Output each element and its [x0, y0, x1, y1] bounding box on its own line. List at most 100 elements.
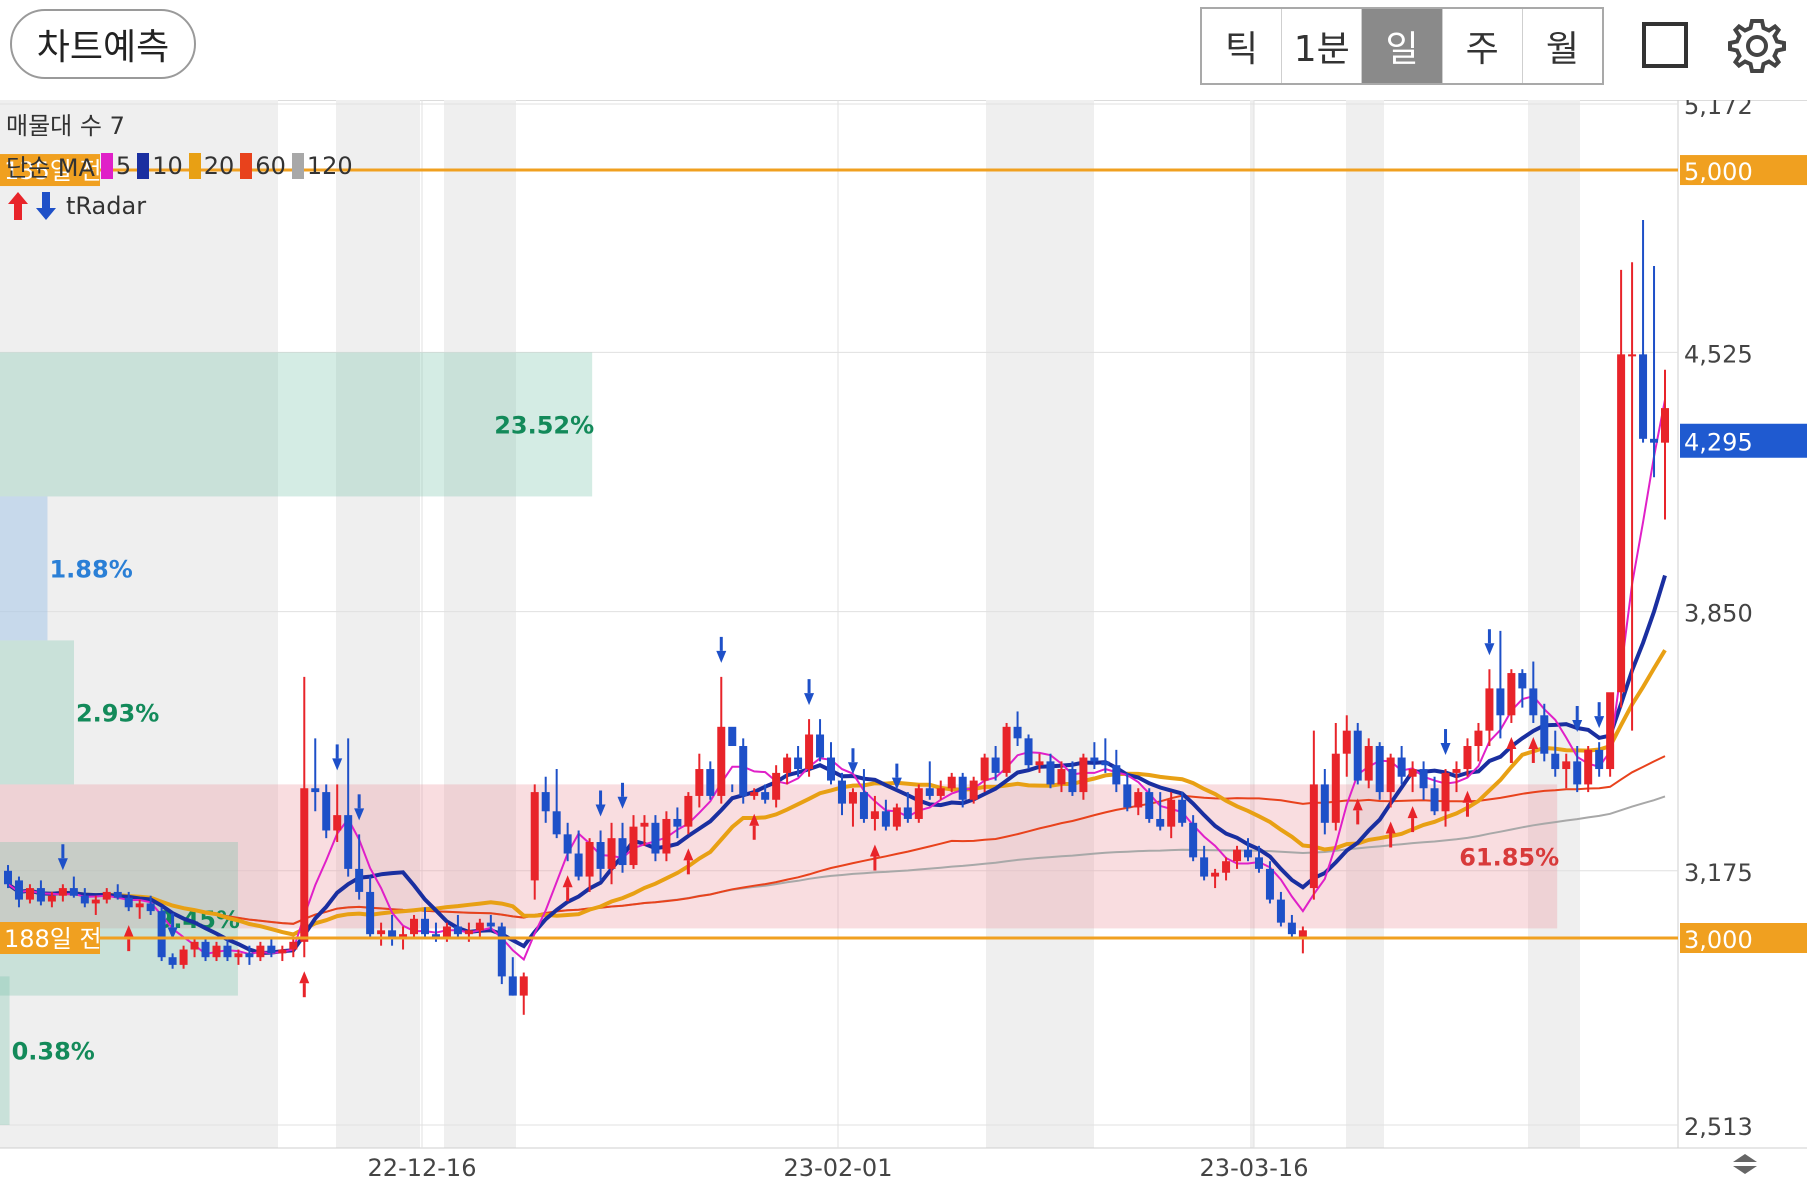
- candle-body: [563, 834, 572, 854]
- candle-body: [1452, 769, 1461, 773]
- period-1min-button[interactable]: 1분: [1282, 9, 1363, 83]
- candle-body: [530, 792, 539, 881]
- candle-body: [1156, 818, 1165, 827]
- candle-body: [256, 945, 265, 958]
- chart-predict-button[interactable]: 차트예측: [10, 9, 196, 79]
- top-toolbar: 차트예측 틱 1분 일 주 월: [0, 0, 1807, 101]
- candle-body: [322, 792, 331, 831]
- candle-body: [969, 780, 978, 800]
- candle-body: [870, 811, 879, 819]
- candle-body: [618, 838, 627, 866]
- candle-body: [1233, 849, 1242, 862]
- candle-body: [1463, 746, 1472, 770]
- candle-body: [859, 792, 868, 819]
- ma5-label: 5: [115, 151, 132, 180]
- candle-body: [519, 976, 528, 996]
- candle-body: [1342, 730, 1351, 754]
- candle-body: [1364, 746, 1373, 781]
- candle-body: [892, 807, 901, 827]
- volume-profile-bar: [0, 640, 74, 785]
- candle-body: [1200, 857, 1209, 877]
- candle-body: [25, 888, 34, 900]
- period-shade-band: [986, 100, 1094, 1148]
- sell-signal-icon: [1594, 716, 1605, 729]
- candle-body: [706, 769, 715, 796]
- candle-body: [991, 757, 1000, 773]
- candle-body: [1397, 757, 1406, 777]
- stock-chart[interactable]: 23.52%1.88%2.93%61.85%9.45%0.38% 5,00013…: [0, 100, 1807, 1179]
- candle-body: [629, 826, 638, 866]
- period-week-button[interactable]: 주: [1443, 9, 1523, 83]
- period-shade-band: [1528, 100, 1580, 1148]
- candle-body: [805, 734, 814, 770]
- candle-body: [1265, 868, 1274, 900]
- candle-body: [124, 897, 133, 908]
- candle-body: [827, 757, 836, 781]
- ma-legend: 단순 MA 5 10 20 60 120: [6, 148, 353, 183]
- fullscreen-icon[interactable]: [1642, 22, 1688, 68]
- candle-body: [333, 815, 342, 831]
- candle-body: [1222, 861, 1231, 873]
- candle-body: [684, 795, 693, 827]
- candle-body: [936, 788, 945, 796]
- period-day-button[interactable]: 일: [1362, 9, 1443, 83]
- candle-body: [69, 888, 78, 896]
- candle-body: [1496, 688, 1505, 716]
- sell-signal-icon: [716, 650, 727, 663]
- candle-body: [574, 853, 583, 877]
- candle-body: [772, 772, 781, 800]
- candle-body: [91, 899, 100, 904]
- candle-body: [1441, 772, 1450, 812]
- candle-body: [1276, 899, 1285, 923]
- candle-body: [1189, 822, 1198, 858]
- candle-body: [486, 922, 495, 927]
- candle-body: [673, 818, 682, 827]
- candle-body: [212, 945, 221, 958]
- candle-body: [739, 746, 748, 796]
- candle-body: [1430, 788, 1439, 812]
- candle-body: [1002, 726, 1011, 773]
- sell-signal-icon: [1440, 743, 1451, 756]
- candle-body: [1628, 354, 1637, 357]
- period-month-button[interactable]: 월: [1523, 9, 1602, 83]
- candle-body: [508, 976, 517, 996]
- period-shade-band: [1250, 100, 1254, 1148]
- candle-body: [881, 811, 890, 827]
- period-shade-band: [1346, 100, 1384, 1148]
- ma60-swatch: [240, 152, 253, 179]
- date-tick-label: 22-12-16: [368, 1154, 477, 1179]
- candle-body: [1068, 769, 1077, 793]
- candle-body: [1584, 749, 1593, 785]
- candle-body: [1485, 688, 1494, 731]
- scroll-handle-icon[interactable]: [1730, 1152, 1760, 1176]
- level-price-label: 3,000: [1684, 926, 1753, 954]
- up-down-arrows-icon: [8, 192, 56, 220]
- candle-body: [1090, 757, 1099, 762]
- candle-body: [245, 953, 254, 958]
- candle-body: [1134, 792, 1143, 808]
- tradar-label: tRadar: [66, 192, 147, 220]
- candle-body: [58, 888, 67, 896]
- candle-body: [1013, 726, 1022, 739]
- price-tick-label: 4,525: [1684, 340, 1753, 368]
- ma60-label: 60: [255, 151, 286, 180]
- candle-body: [651, 822, 660, 854]
- candle-body: [794, 757, 803, 770]
- candle-body: [80, 895, 89, 904]
- candle-body: [201, 941, 210, 958]
- candle-body: [640, 822, 649, 827]
- candle-body: [366, 891, 375, 935]
- candle-body: [761, 792, 770, 800]
- candle-body: [1408, 769, 1417, 777]
- period-tick-button[interactable]: 틱: [1202, 9, 1283, 83]
- candle-body: [168, 957, 177, 965]
- candle-body: [552, 811, 561, 835]
- gear-icon[interactable]: [1728, 17, 1786, 75]
- ma10-swatch: [137, 152, 150, 179]
- period-shade-band: [336, 100, 420, 1148]
- candle-body: [1375, 746, 1384, 793]
- volume-profile-label: 2.93%: [76, 699, 159, 727]
- candle-body: [497, 926, 506, 977]
- sell-signal-icon: [1484, 643, 1495, 656]
- candle-body: [728, 726, 737, 747]
